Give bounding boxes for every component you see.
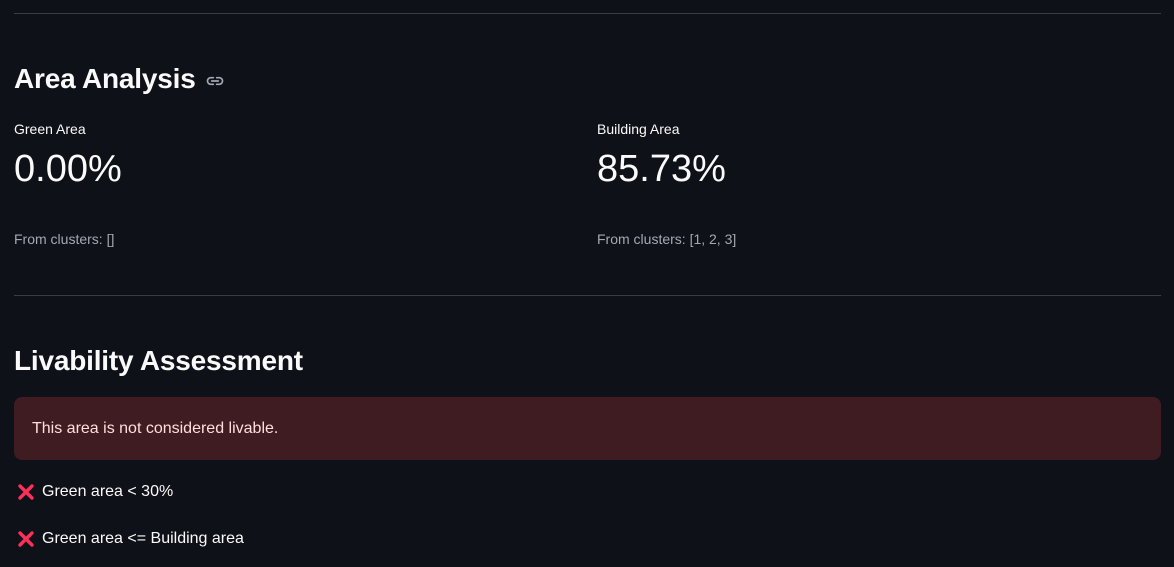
green-area-value: 0.00% [14, 148, 122, 190]
check-item-green-threshold: Green area < 30% [16, 481, 173, 503]
livability-heading: Livability Assessment [14, 342, 303, 380]
top-divider [14, 13, 1161, 14]
cross-mark-icon [16, 482, 36, 502]
link-icon[interactable] [205, 71, 225, 91]
check-item-text: Green area < 30% [42, 483, 174, 500]
error-alert: This area is not considered livable. [14, 397, 1161, 460]
error-alert-text: This area is not considered livable. [32, 419, 279, 437]
cross-mark-icon [16, 529, 36, 549]
building-area-caption: From clusters: [1, 2, 3] [597, 231, 737, 247]
check-item-text: Green area <= Building area [42, 530, 244, 547]
green-area-caption: From clusters: [] [14, 231, 115, 247]
building-area-metric: Building Area 85.73% From clusters: [1, … [597, 120, 736, 248]
building-area-value: 85.73% [597, 148, 726, 190]
livability-title: Livability Assessment [14, 345, 303, 376]
green-area-metric: Green Area 0.00% From clusters: [] [14, 120, 122, 248]
building-area-label: Building Area [597, 121, 680, 137]
check-item-green-vs-building: Green area <= Building area [16, 528, 244, 550]
area-analysis-title: Area Analysis [14, 63, 196, 94]
section-divider [14, 295, 1161, 296]
area-analysis-heading: Area Analysis [14, 60, 225, 98]
main-content: Area Analysis Green Area 0.00% From clus… [0, 0, 1174, 567]
green-area-label: Green Area [14, 121, 86, 137]
